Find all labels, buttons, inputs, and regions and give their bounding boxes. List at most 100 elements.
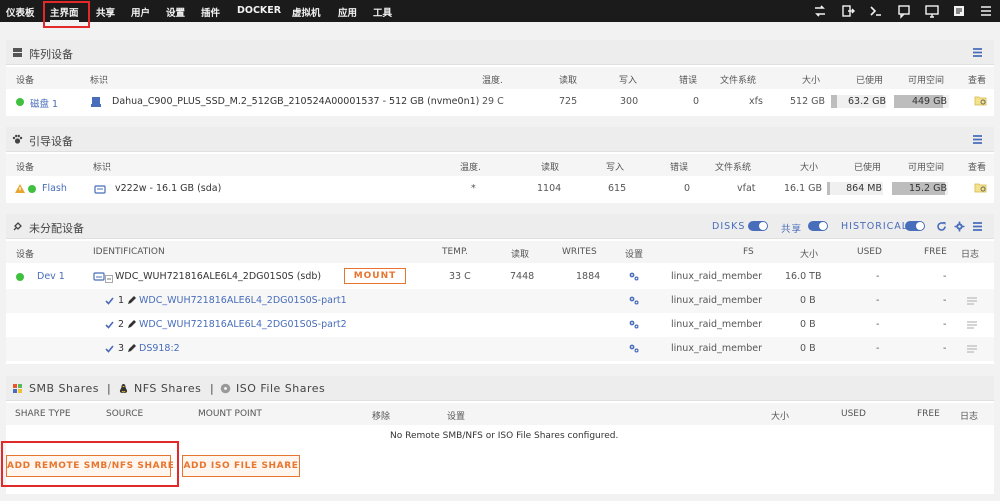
tab-smb-shares[interactable]: SMB Shares <box>29 382 99 395</box>
historical-toggle-label: HISTORICAL <box>841 221 909 232</box>
device-free: - <box>943 271 947 282</box>
info-icon[interactable] <box>951 3 967 19</box>
historical-toggle[interactable] <box>905 221 925 231</box>
col-device: 设备 <box>16 163 35 173</box>
device-identification: Dahua_C900_PLUS_SSD_M.2_512GB_210524A000… <box>112 96 480 107</box>
col-errors: 错误 <box>670 163 689 173</box>
warning-icon <box>15 184 25 193</box>
settings-gears-icon[interactable] <box>628 319 640 330</box>
device-fs: linux_raid_member <box>671 271 762 282</box>
partition-row: 3 DS918:2 linux_raid_member 0 B - - <box>6 337 994 361</box>
pencil-icon[interactable] <box>127 296 136 305</box>
col-device: 设备 <box>16 76 35 86</box>
nav-users[interactable]: 用户 <box>131 5 150 19</box>
col-free: FREE <box>917 409 940 419</box>
add-iso-share-button[interactable]: ADD ISO FILE SHARE <box>182 455 300 477</box>
device-errors: 0 <box>693 96 700 107</box>
partition-used: - <box>876 295 880 306</box>
device-reads: 1104 <box>537 183 562 194</box>
tab-separator: | <box>210 382 214 395</box>
log-icon[interactable] <box>967 297 977 305</box>
terminal-icon[interactable] <box>868 3 884 19</box>
unassigned-disk-row: Dev 1 WDC_WUH721816ALE6L4_2DG01S0S (sdb)… <box>6 265 994 289</box>
nav-docker[interactable]: DOCKER <box>237 5 281 16</box>
browse-folder-icon[interactable] <box>974 182 988 194</box>
list-view-icon[interactable] <box>972 134 983 145</box>
settings-gears-icon[interactable] <box>628 271 640 282</box>
nav-apps[interactable]: 应用 <box>338 5 357 19</box>
col-used: USED <box>841 409 866 419</box>
remote-shares-header: SMB Shares | NFS Shares | ISO File Share… <box>6 376 994 401</box>
device-used: 864 MB <box>846 183 882 194</box>
swap-icon[interactable] <box>812 3 828 19</box>
device-writes: 1884 <box>576 271 601 282</box>
settings-gears-icon[interactable] <box>628 343 640 354</box>
device-fs: vfat <box>737 183 756 194</box>
nav-vms[interactable]: 虚拟机 <box>292 5 321 19</box>
device-link[interactable]: Dev 1 <box>37 271 65 282</box>
empty-shares-message: No Remote SMB/NFS or ISO File Shares con… <box>390 431 619 441</box>
device-size: 512 GB <box>790 96 826 107</box>
device-free: 15.2 GB <box>908 183 947 194</box>
col-free: 可用空间 <box>908 163 945 173</box>
tab-nfs-shares[interactable]: NFS Shares <box>134 382 201 395</box>
settings-gears-icon[interactable] <box>628 295 640 306</box>
nav-shares[interactable]: 共享 <box>96 5 115 19</box>
highlight-add-remote-share <box>1 441 179 487</box>
device-errors: 0 <box>684 183 691 194</box>
logout-icon[interactable] <box>840 3 856 19</box>
nvme-drive-icon <box>90 96 102 108</box>
used-bar-fill <box>827 182 830 195</box>
mount-button[interactable]: MOUNT <box>344 268 406 284</box>
device-used: - <box>876 271 880 282</box>
col-free: 可用空间 <box>908 76 945 86</box>
partition-row: 1 WDC_WUH721816ALE6L4_2DG01S0S-part1 lin… <box>6 289 994 313</box>
device-link[interactable]: Flash <box>42 183 67 194</box>
partition-link[interactable]: DS918:2 <box>139 343 180 354</box>
col-settings: 设置 <box>447 412 466 422</box>
disks-toggle-label: DISKS <box>712 221 746 232</box>
nav-dashboard[interactable]: 仪表板 <box>6 5 35 19</box>
partition-link[interactable]: WDC_WUH721816ALE6L4_2DG01S0S-part2 <box>139 319 347 330</box>
feedback-icon[interactable] <box>896 3 912 19</box>
plug-icon <box>12 221 23 232</box>
list-view-icon[interactable] <box>972 47 983 58</box>
log-icon[interactable] <box>967 345 977 353</box>
array-column-headers: 设备 标识 温度. 读取 写入 错误 文件系统 大小 已使用 可用空间 查看 <box>6 67 994 89</box>
pencil-icon[interactable] <box>127 344 136 353</box>
nav-settings[interactable]: 设置 <box>166 5 185 19</box>
col-source: SOURCE <box>106 409 144 419</box>
panel-title: 阵列设备 <box>29 48 73 61</box>
col-fs: 文件系统 <box>720 76 757 86</box>
device-link[interactable]: 磁盘 1 <box>30 96 58 110</box>
tab-iso-file-shares[interactable]: ISO File Shares <box>236 382 325 395</box>
nav-tools[interactable]: 工具 <box>373 5 392 19</box>
pencil-icon[interactable] <box>127 320 136 329</box>
device-free: 449 GB <box>911 96 947 107</box>
device-identification: v222w - 16.1 GB (sda) <box>115 183 222 194</box>
list-view-icon[interactable] <box>972 221 983 232</box>
shares-toggle[interactable] <box>808 221 828 231</box>
partition-size: 0 B <box>800 295 816 306</box>
col-used: 已使用 <box>854 163 882 173</box>
usb-drive-icon <box>94 183 106 195</box>
col-identification: 标识 <box>90 76 109 86</box>
monitor-icon[interactable] <box>924 3 940 19</box>
browse-folder-icon[interactable] <box>974 95 988 107</box>
disks-toggle[interactable] <box>748 221 768 231</box>
device-identification: WDC_WUH721816ALE6L4_2DG01S0S (sdb) <box>115 271 322 282</box>
unassigned-devices-panel: 未分配设备 DISKS 共享 HISTORICAL 设备 IDENTIFICAT… <box>6 214 994 364</box>
partition-number: 2 <box>118 319 125 330</box>
partition-link[interactable]: WDC_WUH721816ALE6L4_2DG01S0S-part1 <box>139 295 347 306</box>
col-size: 大小 <box>800 163 819 173</box>
gear-icon[interactable] <box>954 221 965 232</box>
refresh-icon[interactable] <box>936 221 947 232</box>
collapse-icon[interactable] <box>105 275 113 283</box>
log-icon[interactable] <box>967 321 977 329</box>
shares-toggle-label: 共享 <box>781 224 803 235</box>
menu-icon[interactable] <box>978 3 994 19</box>
partition-used: - <box>876 319 880 330</box>
device-reads: 7448 <box>510 271 535 282</box>
col-view: 查看 <box>968 76 987 86</box>
nav-plugins[interactable]: 插件 <box>201 5 220 19</box>
